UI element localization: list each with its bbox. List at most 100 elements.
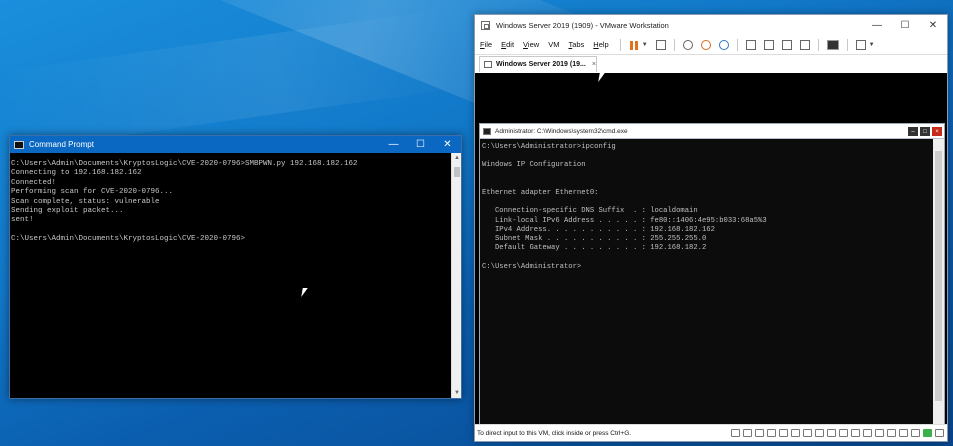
vmware-title: Windows Server 2019 (1909) - VMware Work… (496, 20, 669, 30)
host-cmd-line: sent! (11, 216, 34, 225)
toolbar-divider (736, 38, 738, 51)
usb-icon[interactable] (767, 429, 776, 437)
host-cmd-scrollbar[interactable]: ▲ ▼ (451, 153, 461, 398)
host-cmd-titlebar[interactable]: Command Prompt — ☐ ✕ (10, 136, 461, 153)
host-cmd-output[interactable]: C:\Users\Admin\Documents\KryptosLogic\CV… (10, 160, 451, 398)
guest-cmd-line: Default Gateway . . . . . . . . . : 192.… (482, 244, 707, 253)
scroll-up-icon[interactable]: ▲ (452, 153, 462, 163)
menu-vm[interactable]: VM (548, 40, 559, 49)
minimize-button[interactable]: — (863, 15, 891, 35)
host-cmd-line: C:\Users\Admin\Documents\KryptosLogic\CV… (11, 235, 246, 244)
vm-running-indicator-icon (923, 429, 932, 437)
vmware-titlebar[interactable]: Windows Server 2019 (1909) - VMware Work… (475, 15, 947, 35)
vmware-menubar: File Edit View VM Tabs Help ▼ ▼ (475, 35, 947, 54)
guest-cmd-line: Windows IP Configuration (482, 161, 586, 170)
console-view-icon[interactable] (826, 39, 839, 50)
maximize-button[interactable]: ☐ (407, 136, 434, 153)
vmware-workstation-window[interactable]: Windows Server 2019 (1909) - VMware Work… (474, 14, 948, 442)
toolbar-divider (817, 38, 819, 51)
terminal-icon (483, 127, 491, 135)
vm-icon (484, 61, 492, 68)
fullscreen-toggle-icon[interactable] (935, 429, 944, 437)
close-button[interactable]: × (932, 127, 942, 136)
close-button[interactable]: ✕ (919, 15, 947, 35)
menu-tabs[interactable]: Tabs (568, 40, 584, 49)
guest-cmd-line (482, 171, 932, 180)
terminal-icon (14, 140, 24, 149)
minimize-button[interactable]: – (908, 127, 918, 136)
tab-label: Windows Server 2019 (19... (496, 61, 586, 68)
guest-cmd-line (482, 152, 932, 161)
guest-cmd-line: C:\Users\Administrator> (482, 262, 582, 271)
usb-device-icon[interactable] (851, 429, 860, 437)
device-status-icons (731, 429, 947, 437)
display-icon[interactable] (803, 429, 812, 437)
toolbar-divider (619, 38, 621, 51)
guest-cmd-line (482, 253, 932, 262)
minimize-button[interactable]: — (380, 136, 407, 153)
maximize-button[interactable]: ☐ (891, 15, 919, 35)
message-log-icon[interactable] (911, 429, 920, 437)
vm-guest-display[interactable]: Administrator: C:\Windows\system32\cmd.e… (475, 73, 947, 425)
usb-device-icon[interactable] (887, 429, 896, 437)
host-cmd-line: Sending exploit packet... (11, 207, 124, 216)
close-button[interactable]: ✕ (434, 136, 461, 153)
host-cmd-line: C:\Users\Admin\Documents\KryptosLogic\CV… (11, 160, 358, 168)
guest-cmd-line: Subnet Mask . . . . . . . . . . . : 255.… (482, 235, 707, 244)
chevron-down-icon[interactable]: ▼ (869, 42, 875, 48)
chevron-down-icon[interactable]: ▼ (642, 42, 648, 48)
sound-card-icon[interactable] (779, 429, 788, 437)
vmware-status-bar: To direct input to this VM, click inside… (475, 424, 947, 441)
hard-disk-icon[interactable] (731, 429, 740, 437)
cd-drive-icon[interactable] (743, 429, 752, 437)
stretch-guest-icon[interactable] (855, 39, 866, 50)
snapshot-manager-icon[interactable] (718, 39, 729, 50)
guest-cmd-line (482, 198, 932, 207)
menu-help[interactable]: Help (593, 40, 608, 49)
usb-device-icon[interactable] (863, 429, 872, 437)
host-cmd-line: Performing scan for CVE-2020-0796... (11, 188, 174, 197)
guest-cmd-titlebar[interactable]: Administrator: C:\Windows\system32\cmd.e… (480, 124, 944, 139)
send-ctrl-alt-del-icon[interactable] (655, 39, 666, 50)
guest-cmd-scrollbar[interactable] (933, 139, 944, 424)
guest-cmd-line: Connection-specific DNS Suffix . : local… (482, 207, 698, 216)
menu-edit[interactable]: Edit (501, 40, 514, 49)
host-cmd-line: Scan complete, status: vulnerable (11, 197, 160, 206)
vmware-logo-icon (481, 20, 490, 30)
menu-file[interactable]: File (480, 40, 492, 49)
usb-device-icon[interactable] (839, 429, 848, 437)
guest-command-prompt-window[interactable]: Administrator: C:\Windows\system32\cmd.e… (479, 123, 945, 425)
unity-icon[interactable] (799, 39, 810, 50)
scroll-thumb[interactable] (935, 151, 942, 401)
status-text: To direct input to this VM, click inside… (477, 429, 632, 437)
guest-cmd-line: C:\Users\Administrator>ipconfig (482, 143, 616, 151)
host-cmd-line: Connected! (11, 178, 57, 187)
host-cmd-line (11, 226, 451, 235)
pause-icon[interactable] (629, 40, 639, 50)
toolbar-divider (673, 38, 675, 51)
usb-device-icon[interactable] (815, 429, 824, 437)
usb-device-icon[interactable] (899, 429, 908, 437)
library-icon[interactable] (745, 39, 756, 50)
host-command-prompt-window[interactable]: Command Prompt — ☐ ✕ C:\Users\Admin\Docu… (9, 135, 462, 399)
guest-cmd-line (482, 180, 932, 189)
maximize-button[interactable]: □ (920, 127, 930, 136)
tab-close-icon[interactable]: × (592, 61, 596, 68)
guest-desktop-area[interactable] (475, 73, 947, 123)
guest-cmd-title: Administrator: C:\Windows\system32\cmd.e… (495, 127, 628, 135)
guest-cmd-output[interactable]: C:\Users\Administrator>ipconfig Windows … (482, 143, 932, 424)
guest-cmd-line: IPv4 Address. . . . . . . . . . . : 192.… (482, 225, 715, 234)
revert-snapshot-icon[interactable] (700, 39, 711, 50)
usb-device-icon[interactable] (875, 429, 884, 437)
menu-view[interactable]: View (523, 40, 539, 49)
tab-windows-server-2019[interactable]: Windows Server 2019 (19... × (479, 56, 597, 72)
usb-device-icon[interactable] (827, 429, 836, 437)
printer-icon[interactable] (791, 429, 800, 437)
scroll-thumb[interactable] (454, 167, 460, 177)
network-adapter-icon[interactable] (755, 429, 764, 437)
thumbnail-bar-icon[interactable] (763, 39, 774, 50)
vmware-toolbar: ▼ ▼ (619, 38, 883, 51)
snapshot-icon[interactable] (682, 39, 693, 50)
scroll-down-icon[interactable]: ▼ (452, 388, 462, 398)
full-screen-icon[interactable] (781, 39, 792, 50)
